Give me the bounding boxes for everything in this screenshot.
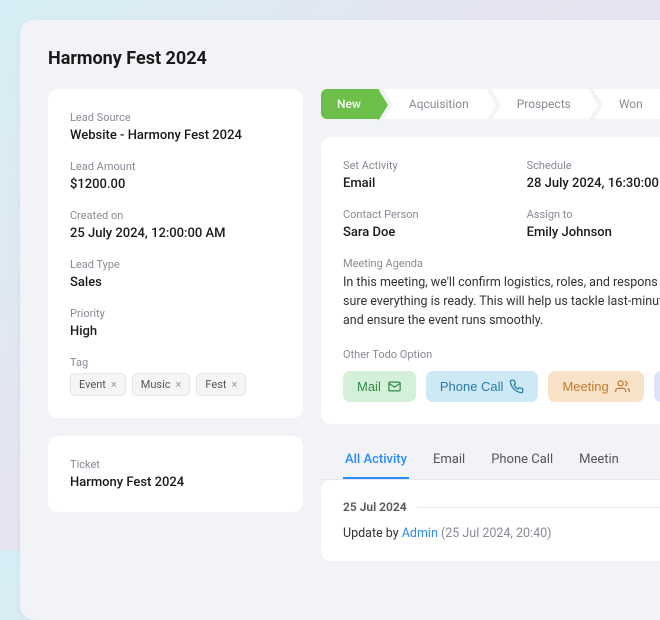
tag-text: Event [79, 378, 106, 391]
lead-priority-value: High [70, 324, 281, 339]
lead-source-field: Lead Source Website - Harmony Fest 2024 [70, 111, 281, 143]
ticket-label: Ticket [70, 458, 281, 471]
lead-card: Lead Source Website - Harmony Fest 2024 … [48, 89, 303, 418]
tag-chip[interactable]: Event × [70, 373, 126, 396]
phone-icon [509, 379, 524, 394]
lead-tag-field: Tag Event × Music × Fest × [70, 356, 281, 396]
timeline-entry: Update by Admin (25 Jul 2024, 20:40) [343, 526, 660, 541]
lead-tag-label: Tag [70, 356, 281, 369]
main-layout: Lead Source Website - Harmony Fest 2024 … [48, 89, 660, 561]
contact-field: Contact Person Sara Doe [343, 208, 527, 240]
lead-priority-field: Priority High [70, 307, 281, 339]
page-title: Harmony Fest 2024 [48, 48, 660, 69]
todo-label: Other Todo Option [343, 348, 660, 361]
left-column: Lead Source Website - Harmony Fest 2024 … [48, 89, 303, 561]
ticket-card: Ticket Harmony Fest 2024 [48, 436, 303, 512]
set-activity-label: Set Activity [343, 159, 527, 172]
lead-amount-field: Lead Amount $1200.00 [70, 160, 281, 192]
todo-mail-button[interactable]: Mail [343, 371, 416, 402]
stage-acquisition[interactable]: Aqcuisition [383, 89, 487, 119]
tab-phone-call[interactable]: Phone Call [489, 442, 555, 479]
set-activity-value: Email [343, 176, 527, 191]
detail-row-2: Contact Person Sara Doe Assign to Emily … [343, 208, 660, 240]
schedule-value: 28 July 2024, 16:30:00 [527, 176, 660, 191]
schedule-field: Schedule 28 July 2024, 16:30:00 [527, 159, 660, 191]
assign-field: Assign to Emily Johnson [527, 208, 660, 240]
date-divider: 25 Jul 2024 [343, 500, 660, 514]
app-container: Harmony Fest 2024 Lead Source Website - … [20, 20, 660, 620]
lead-created-label: Created on [70, 209, 281, 222]
contact-label: Contact Person [343, 208, 527, 221]
tag-remove-icon[interactable]: × [176, 378, 182, 391]
activity-timeline-card: 25 Jul 2024 Update by Admin (25 Jul 2024… [321, 480, 660, 561]
schedule-label: Schedule [527, 159, 660, 172]
tag-chip[interactable]: Fest × [196, 373, 246, 396]
tag-remove-icon[interactable]: × [232, 378, 238, 391]
assign-value: Emily Johnson [527, 225, 660, 240]
detail-row-1: Set Activity Email Schedule 28 July 2024… [343, 159, 660, 191]
todo-options: Mail Phone Call Meeting Note [343, 371, 660, 402]
pipeline-stages: New Aqcuisition Prospects Won Los [321, 89, 660, 119]
stage-won[interactable]: Won [593, 89, 660, 119]
tag-remove-icon[interactable]: × [111, 378, 117, 391]
tab-email[interactable]: Email [431, 442, 467, 479]
agenda-value: In this meeting, we'll confirm logistics… [343, 274, 660, 330]
tag-list: Event × Music × Fest × [70, 373, 281, 396]
todo-meeting-button[interactable]: Meeting [548, 371, 643, 402]
mail-icon [387, 379, 402, 394]
ticket-field: Ticket Harmony Fest 2024 [70, 458, 281, 490]
tag-chip[interactable]: Music × [132, 373, 191, 396]
tab-meeting[interactable]: Meetin [577, 442, 621, 479]
todo-phone-button[interactable]: Phone Call [426, 371, 539, 402]
update-prefix: Update by [343, 526, 402, 541]
lead-type-value: Sales [70, 275, 281, 290]
lead-amount-value: $1200.00 [70, 177, 281, 192]
tag-text: Fest [205, 378, 226, 391]
lead-type-field: Lead Type Sales [70, 258, 281, 290]
agenda-field: Meeting Agenda In this meeting, we'll co… [343, 257, 660, 330]
assign-label: Assign to [527, 208, 660, 221]
tag-text: Music [141, 378, 171, 391]
users-icon [615, 379, 630, 394]
lead-amount-label: Lead Amount [70, 160, 281, 173]
lead-created-field: Created on 25 July 2024, 12:00:00 AM [70, 209, 281, 241]
activity-detail-card: Set Activity Email Schedule 28 July 2024… [321, 137, 660, 424]
update-user: Admin [402, 526, 438, 541]
agenda-label: Meeting Agenda [343, 257, 660, 270]
todo-note-button[interactable]: Note [654, 371, 660, 402]
todo-mail-label: Mail [357, 379, 381, 394]
set-activity-field: Set Activity Email [343, 159, 527, 191]
todo-meeting-label: Meeting [562, 379, 608, 394]
lead-source-label: Lead Source [70, 111, 281, 124]
activity-tabs: All Activity Email Phone Call Meetin [321, 442, 660, 480]
lead-priority-label: Priority [70, 307, 281, 320]
lead-type-label: Lead Type [70, 258, 281, 271]
tabs-container: All Activity Email Phone Call Meetin 25 … [321, 442, 660, 561]
right-column: New Aqcuisition Prospects Won Los Set Ac… [321, 89, 660, 561]
lead-source-value: Website - Harmony Fest 2024 [70, 128, 281, 143]
todo-phone-label: Phone Call [440, 379, 504, 394]
divider-line [417, 507, 660, 508]
contact-value: Sara Doe [343, 225, 527, 240]
lead-created-value: 25 July 2024, 12:00:00 AM [70, 226, 281, 241]
timeline-date: 25 Jul 2024 [343, 500, 407, 514]
ticket-value: Harmony Fest 2024 [70, 475, 281, 490]
stage-prospects[interactable]: Prospects [491, 89, 589, 119]
stage-new[interactable]: New [321, 89, 379, 119]
update-timestamp: (25 Jul 2024, 20:40) [438, 526, 552, 541]
tab-all-activity[interactable]: All Activity [343, 442, 409, 479]
